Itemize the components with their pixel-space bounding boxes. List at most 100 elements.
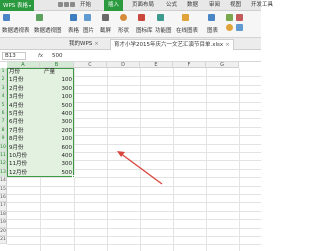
close-icon[interactable]: × [94, 41, 99, 47]
row-header-10[interactable]: 10 [0, 143, 7, 152]
tab-workbook[interactable]: 育才小学2015年庆六一文艺汇演节目单.xlsx × [110, 39, 234, 50]
row-header-18[interactable]: 18 [0, 210, 7, 220]
month-cell[interactable]: 5月份 [9, 110, 38, 118]
month-cell[interactable]: 3月份 [9, 93, 38, 101]
online-chart-button[interactable]: 在线图表 [176, 27, 198, 35]
output-cell[interactable]: 300 [42, 85, 73, 93]
row-header-17[interactable]: 17 [0, 202, 7, 211]
function-chart-button[interactable]: 功能图 [155, 27, 172, 35]
row-header-12[interactable]: 12 [0, 160, 7, 169]
month-cell[interactable]: 4月份 [9, 102, 38, 110]
header-cell-month[interactable]: 月份 [9, 68, 38, 76]
month-cell[interactable]: 12月份 [9, 169, 38, 177]
shapes-button[interactable]: 形状 [118, 27, 129, 35]
output-cell[interactable]: 300 [42, 160, 73, 168]
fx-icon[interactable]: fx [38, 52, 43, 61]
area-chart-icon[interactable] [236, 24, 243, 31]
month-cell[interactable]: 10月份 [9, 152, 38, 160]
undo-icon[interactable] [64, 2, 69, 7]
menu-insert[interactable]: 插入 [104, 0, 124, 11]
menu-formulas[interactable]: 公式 [166, 0, 177, 11]
picture-button[interactable]: 图片 [83, 27, 94, 35]
row-header-9[interactable]: 9 [0, 135, 7, 144]
tab-my-wps[interactable]: 我的WPS × [66, 39, 102, 50]
picture-icon[interactable] [84, 14, 91, 21]
pivot-table-icon[interactable] [3, 14, 10, 21]
menu-view[interactable]: 视图 [230, 0, 241, 11]
row-header-2[interactable]: 2 [0, 76, 7, 85]
chart-icon[interactable] [208, 14, 215, 21]
pivot-table-button[interactable]: 数据透视表 [2, 27, 30, 35]
month-cell[interactable]: 9月份 [9, 144, 38, 152]
row-header-21[interactable]: 21 [0, 236, 7, 245]
month-cell[interactable]: 8月份 [9, 135, 38, 143]
quick-access-toolbar[interactable] [58, 2, 78, 9]
pivot-chart-icon[interactable] [36, 14, 43, 21]
column-header-d[interactable]: D [107, 62, 140, 68]
row-header-7[interactable]: 7 [0, 118, 7, 127]
menu-review[interactable]: 审阅 [209, 0, 220, 11]
pivot-chart-button[interactable]: 数据透视图 [34, 27, 62, 35]
fill-handle[interactable] [72, 175, 75, 179]
column-header-e[interactable]: E [140, 62, 173, 68]
line-chart-icon[interactable] [236, 14, 243, 21]
row-header-14[interactable]: 14 [0, 177, 7, 186]
month-cell[interactable]: 6月份 [9, 118, 38, 126]
document-tabs: 我的WPS × 育才小学2015年庆六一文艺汇演节目单.xlsx × [0, 38, 261, 50]
output-cell[interactable]: 500 [42, 169, 73, 177]
column-header-g[interactable]: G [206, 62, 239, 68]
pie-chart-icon[interactable] [226, 24, 233, 31]
spreadsheet-grid[interactable]: A B C D E F G 1 2 3 4 5 6 7 8 9 10 11 12 13 14 15 16 17 18 19 20 21… [0, 62, 261, 251]
output-cell[interactable]: 400 [42, 110, 73, 118]
screenshot-button[interactable]: 截屏 [100, 27, 111, 35]
output-cell[interactable]: 100 [42, 93, 73, 101]
function-chart-icon[interactable] [157, 14, 164, 21]
output-cell[interactable]: 600 [42, 144, 73, 152]
redo-icon[interactable] [70, 2, 75, 7]
output-cell[interactable]: 300 [42, 118, 73, 126]
row-header-16[interactable]: 16 [0, 194, 7, 203]
column-header-c[interactable]: C [74, 62, 107, 68]
month-cell[interactable]: 2月份 [9, 85, 38, 93]
online-chart-icon[interactable] [182, 14, 189, 21]
output-cell[interactable]: 500 [42, 102, 73, 110]
output-cell[interactable]: 100 [42, 76, 73, 84]
shapes-icon[interactable] [120, 14, 127, 21]
menu-page-layout[interactable]: 页面布局 [132, 0, 154, 11]
row-header-6[interactable]: 6 [0, 110, 7, 119]
table-icon[interactable] [70, 14, 77, 21]
close-icon[interactable]: × [225, 42, 230, 48]
row-header-11[interactable]: 11 [0, 152, 7, 161]
row-header-5[interactable]: 5 [0, 101, 7, 110]
menu-data[interactable]: 数据 [187, 0, 198, 11]
icon-library-button[interactable]: 图标库 [136, 27, 153, 35]
gridline-column [206, 68, 207, 251]
month-cell[interactable]: 1月份 [9, 76, 38, 84]
column-header-f[interactable]: F [173, 62, 206, 68]
bar-chart-icon[interactable] [226, 14, 233, 21]
row-header-13[interactable]: 13 [0, 168, 7, 178]
output-cell[interactable]: 200 [42, 127, 73, 135]
row-header-1[interactable]: 1 [0, 68, 7, 77]
chart-button[interactable]: 图表 [207, 27, 218, 35]
table-button[interactable]: 表格 [68, 27, 79, 35]
save-icon[interactable] [58, 2, 63, 7]
row-header-4[interactable]: 4 [0, 93, 7, 102]
month-cell[interactable]: 11月份 [9, 160, 38, 168]
formula-input[interactable]: 500 [52, 52, 63, 61]
menu-start[interactable]: 开始 [80, 0, 91, 11]
wps-app-button[interactable]: WPS 表格▾ [0, 0, 34, 11]
row-header-8[interactable]: 8 [0, 126, 7, 136]
row-header-20[interactable]: 20 [0, 227, 7, 236]
name-box[interactable]: B13 [2, 52, 26, 60]
row-header-15[interactable]: 15 [0, 185, 7, 194]
output-cell[interactable]: 400 [42, 152, 73, 160]
output-cell[interactable]: 100 [42, 135, 73, 143]
row-header-3[interactable]: 3 [0, 84, 7, 94]
screenshot-icon[interactable] [102, 14, 109, 21]
header-cell-output[interactable]: 产量 [44, 68, 55, 76]
row-header-19[interactable]: 19 [0, 219, 7, 228]
icon-library-icon[interactable] [138, 14, 145, 21]
month-cell[interactable]: 7月份 [9, 127, 38, 135]
menu-developer[interactable]: 开发工具 [251, 0, 273, 11]
